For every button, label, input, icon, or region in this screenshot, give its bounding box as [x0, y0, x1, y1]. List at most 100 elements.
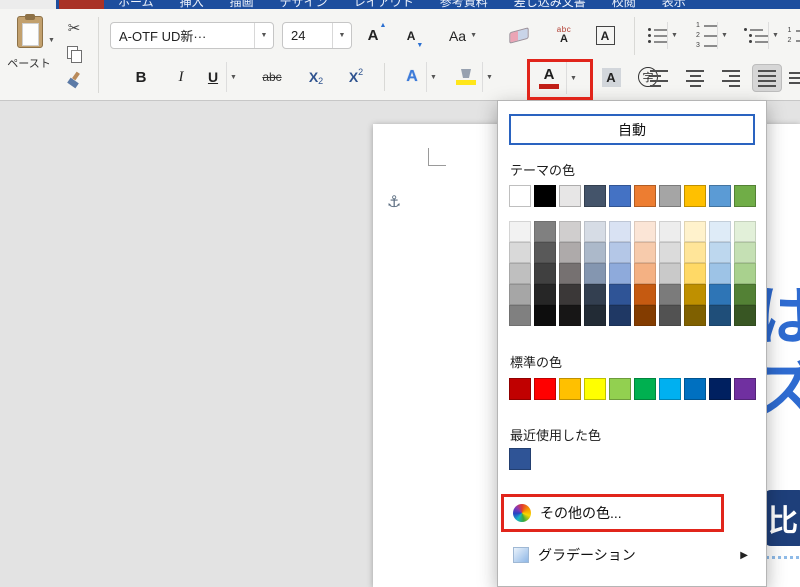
- standard-color-swatch[interactable]: [709, 378, 731, 400]
- theme-color-swatch[interactable]: [634, 185, 656, 207]
- alignment-button-partial[interactable]: [788, 64, 800, 92]
- ribbon-tab-2[interactable]: 挿入: [180, 0, 204, 9]
- theme-variant-swatch[interactable]: [534, 263, 556, 284]
- standard-color-swatch[interactable]: [634, 378, 656, 400]
- theme-variant-swatch[interactable]: [734, 263, 756, 284]
- automatic-color-button[interactable]: 自動: [509, 114, 755, 145]
- theme-color-swatch[interactable]: [659, 185, 681, 207]
- theme-variant-swatch[interactable]: [634, 221, 656, 242]
- cut-button[interactable]: ✂: [62, 17, 86, 39]
- character-shading-button[interactable]: A: [596, 62, 626, 92]
- copy-button[interactable]: [62, 43, 86, 65]
- ribbon-tab-5[interactable]: レイアウト: [354, 0, 414, 9]
- theme-variant-swatch[interactable]: [659, 221, 681, 242]
- theme-color-swatch[interactable]: [734, 185, 756, 207]
- font-color-button[interactable]: A ▼: [532, 62, 584, 94]
- theme-variant-swatch[interactable]: [684, 284, 706, 305]
- standard-color-swatch[interactable]: [559, 378, 581, 400]
- theme-variant-swatch[interactable]: [634, 305, 656, 326]
- theme-variant-swatch[interactable]: [559, 221, 581, 242]
- theme-variant-swatch[interactable]: [659, 305, 681, 326]
- theme-variant-swatch[interactable]: [684, 305, 706, 326]
- numbered-list-dropdown[interactable]: ▼: [717, 22, 731, 49]
- justify-button[interactable]: [752, 64, 782, 92]
- theme-variant-swatch[interactable]: [734, 242, 756, 263]
- theme-variant-swatch[interactable]: [734, 221, 756, 242]
- change-case-button[interactable]: Aa ▼: [440, 22, 486, 49]
- theme-variant-swatch[interactable]: [534, 284, 556, 305]
- align-center-button[interactable]: [680, 64, 710, 92]
- theme-variant-swatch[interactable]: [509, 305, 531, 326]
- theme-variant-swatch[interactable]: [584, 305, 606, 326]
- standard-color-swatch[interactable]: [609, 378, 631, 400]
- standard-color-swatch[interactable]: [584, 378, 606, 400]
- theme-variant-swatch[interactable]: [634, 263, 656, 284]
- bullet-list-button[interactable]: ▼: [644, 22, 688, 49]
- theme-variant-swatch[interactable]: [634, 284, 656, 305]
- theme-variant-swatch[interactable]: [609, 221, 631, 242]
- theme-color-swatch[interactable]: [584, 185, 606, 207]
- theme-variant-swatch[interactable]: [659, 284, 681, 305]
- italic-button[interactable]: I: [168, 62, 194, 92]
- text-effects-dropdown[interactable]: ▼: [426, 62, 440, 92]
- ribbon-tab-9[interactable]: 表示: [662, 0, 686, 9]
- standard-color-swatch[interactable]: [509, 378, 531, 400]
- bold-button[interactable]: B: [126, 62, 156, 92]
- theme-variant-swatch[interactable]: [584, 242, 606, 263]
- gradient-menu-item[interactable]: グラデーション ▶: [504, 539, 762, 571]
- multilevel-list-dropdown[interactable]: ▼: [768, 22, 782, 49]
- ribbon-tab-3[interactable]: 描画: [230, 0, 254, 9]
- strikethrough-button[interactable]: abc: [252, 62, 292, 92]
- theme-variant-swatch[interactable]: [684, 221, 706, 242]
- theme-color-swatch[interactable]: [709, 185, 731, 207]
- shrink-font-button[interactable]: A ▼: [398, 22, 432, 50]
- theme-variant-swatch[interactable]: [709, 221, 731, 242]
- highlight-color-button[interactable]: ▼: [450, 62, 498, 92]
- theme-variant-swatch[interactable]: [684, 242, 706, 263]
- ribbon-tab-4[interactable]: デザイン: [280, 0, 328, 9]
- theme-variant-swatch[interactable]: [609, 284, 631, 305]
- theme-variant-swatch[interactable]: [534, 221, 556, 242]
- theme-variant-swatch[interactable]: [634, 242, 656, 263]
- theme-variant-swatch[interactable]: [509, 263, 531, 284]
- theme-color-swatch[interactable]: [609, 185, 631, 207]
- font-size-combobox[interactable]: 24 ▼: [282, 22, 352, 49]
- format-painter-button[interactable]: [62, 69, 86, 91]
- theme-variant-swatch[interactable]: [534, 305, 556, 326]
- theme-variant-swatch[interactable]: [509, 284, 531, 305]
- font-color-dropdown[interactable]: ▼: [566, 62, 580, 94]
- theme-variant-swatch[interactable]: [559, 263, 581, 284]
- theme-variant-swatch[interactable]: [709, 284, 731, 305]
- bullet-list-dropdown[interactable]: ▼: [667, 22, 681, 49]
- theme-color-swatch[interactable]: [509, 185, 531, 207]
- numbered-list-button[interactable]: 1 2 3 ▼: [692, 22, 736, 49]
- theme-variant-swatch[interactable]: [509, 242, 531, 263]
- theme-variant-swatch[interactable]: [609, 263, 631, 284]
- ribbon-tab-6[interactable]: 参考資料: [440, 0, 488, 9]
- theme-variant-swatch[interactable]: [584, 263, 606, 284]
- theme-variant-swatch[interactable]: [509, 221, 531, 242]
- underline-button[interactable]: U ▼: [200, 62, 242, 92]
- grow-font-button[interactable]: A ▲: [360, 22, 394, 49]
- align-right-button[interactable]: [716, 64, 746, 92]
- theme-color-swatch[interactable]: [684, 185, 706, 207]
- clear-formatting-button[interactable]: [502, 22, 536, 49]
- more-colors-menu-item[interactable]: その他の色...: [504, 497, 762, 529]
- superscript-button[interactable]: X 2: [340, 62, 372, 92]
- underline-dropdown[interactable]: ▼: [226, 62, 240, 92]
- font-name-combobox[interactable]: A-OTF UD新··· ▼: [110, 22, 274, 49]
- align-left-button[interactable]: [644, 64, 674, 92]
- theme-variant-swatch[interactable]: [709, 263, 731, 284]
- highlight-dropdown[interactable]: ▼: [482, 62, 496, 92]
- theme-variant-swatch[interactable]: [659, 263, 681, 284]
- phonetic-guide-button[interactable]: abc A: [546, 20, 582, 50]
- theme-variant-swatch[interactable]: [559, 284, 581, 305]
- theme-variant-swatch[interactable]: [659, 242, 681, 263]
- theme-variant-swatch[interactable]: [709, 242, 731, 263]
- theme-variant-swatch[interactable]: [684, 263, 706, 284]
- theme-variant-swatch[interactable]: [584, 221, 606, 242]
- standard-color-swatch[interactable]: [659, 378, 681, 400]
- ribbon-tab-1[interactable]: ホーム: [118, 0, 154, 9]
- theme-variant-swatch[interactable]: [734, 284, 756, 305]
- font-size-dropdown[interactable]: ▼: [332, 23, 351, 48]
